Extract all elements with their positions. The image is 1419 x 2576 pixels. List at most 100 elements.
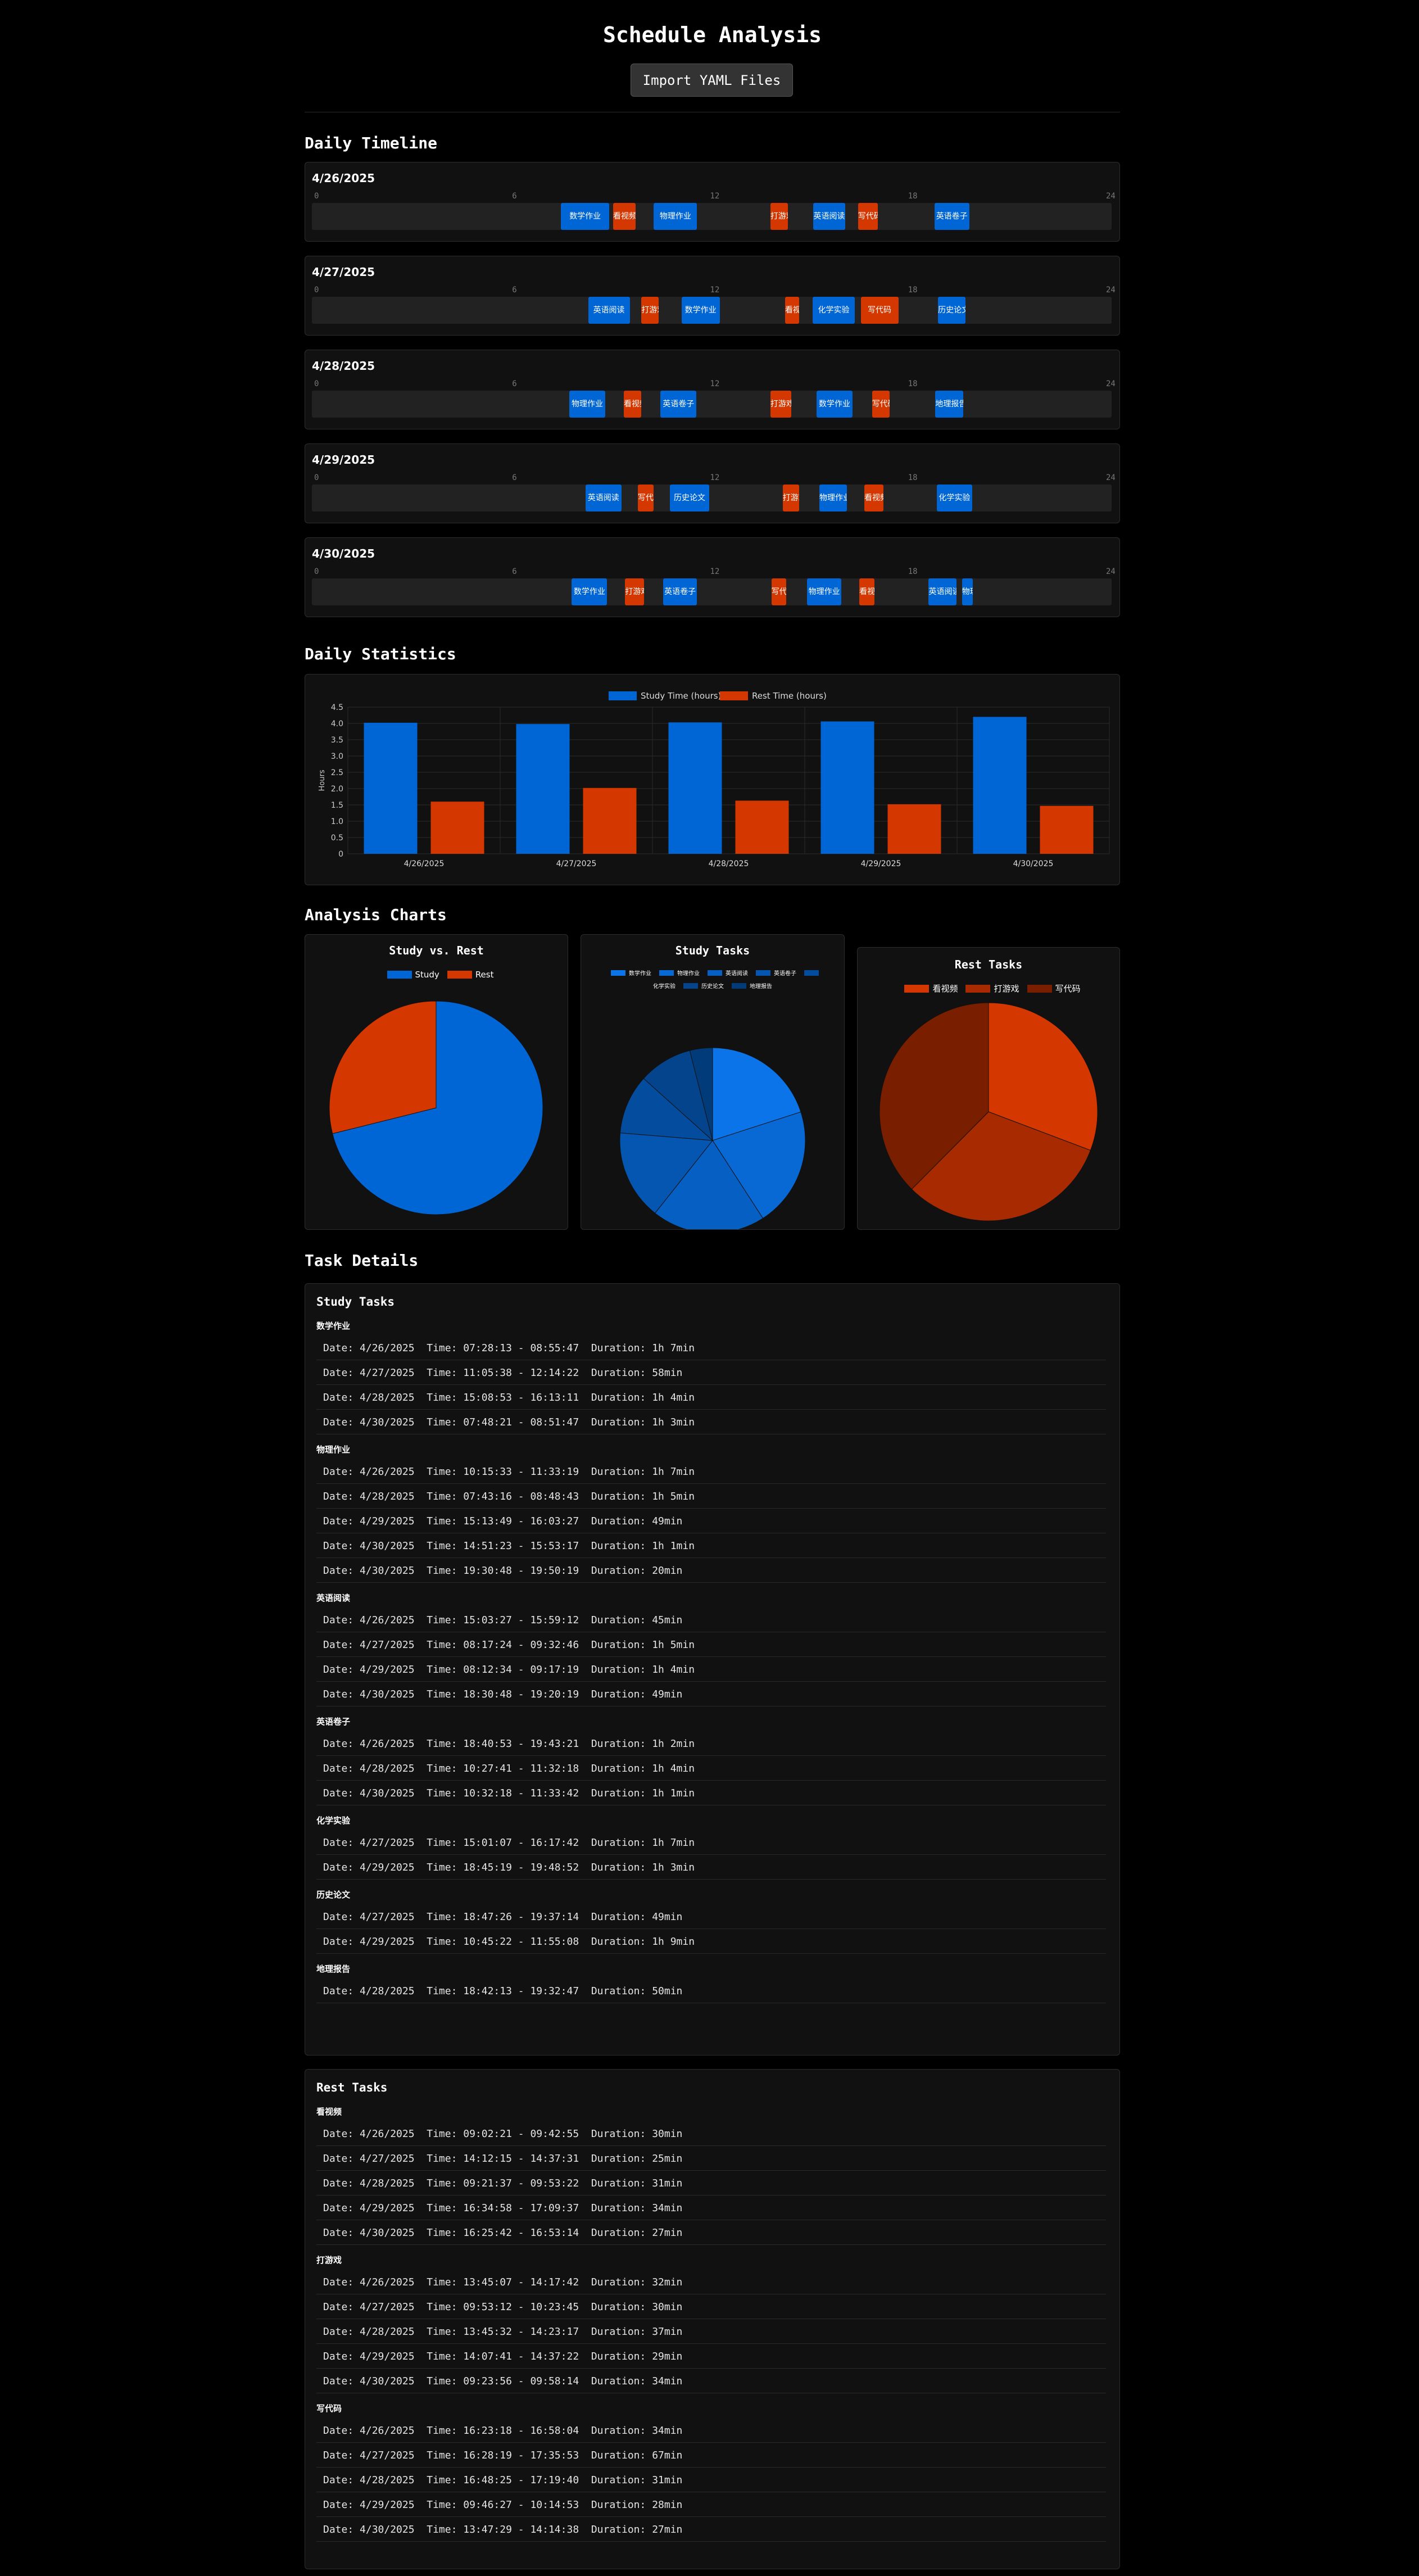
timeline-block-rest[interactable]: 写代码 [771,578,787,605]
timeline-block-study[interactable]: 物理作业 [569,391,606,418]
timeline-block-study[interactable]: 数学作业 [681,297,720,324]
task-row: Date: 4/28/2025 Time: 09:21:37 - 09:53:2… [316,2172,1106,2195]
timeline-block-rest[interactable]: 看视频 [623,391,642,418]
timeline-block-rest[interactable]: 看视频 [613,203,636,230]
timeline-block-study[interactable]: 化学实验 [937,485,972,511]
timeline-block-study[interactable]: 物理作业 [807,578,842,605]
task-row: Date: 4/30/2025 Time: 09:23:56 - 09:58:1… [316,2370,1106,2393]
timeline-tick: 24 [1106,379,1116,388]
task-row: Date: 4/29/2025 Time: 09:46:27 - 10:14:5… [316,2493,1106,2517]
timeline-tick: 24 [1106,192,1116,201]
timeline-block-rest[interactable]: 打游戏 [770,391,792,418]
task-group-heading: 打游戏 [316,2255,342,2265]
timeline-block-rest[interactable]: 打游戏 [770,203,788,230]
timeline-tick: 12 [710,192,720,201]
timeline-tick: 6 [512,192,517,201]
timeline-tick: 18 [908,379,918,388]
timeline-block-rest[interactable]: 打游戏 [641,297,659,324]
timeline-block-study[interactable]: 数学作业 [817,391,853,418]
bar-study[interactable] [820,721,874,854]
bar-ytick-label: 3.5 [331,736,343,745]
timeline-block-rest[interactable]: 打游戏 [625,578,645,605]
bar-study[interactable] [668,722,722,854]
bar-rest[interactable] [583,787,637,854]
task-row: Date: 4/30/2025 Time: 13:47:29 - 14:14:3… [316,2518,1106,2542]
bar-xtick-label: 4/28/2025 [709,859,749,868]
timeline-block-rest[interactable]: 写代码 [858,203,878,230]
task-row: Date: 4/28/2025 Time: 13:45:32 - 14:23:1… [316,2320,1106,2344]
rest-tasks-details-card: Rest Tasks 看视频 Date: 4/26/2025 Time: 09:0… [305,2069,1120,2569]
timeline-block-study[interactable]: 物理作业 [654,203,697,230]
timeline-block-study[interactable]: 历史论文 [938,297,966,324]
timeline-block-study[interactable]: 英语阅读 [928,578,956,605]
study-vs-rest-pie [329,1000,543,1215]
timeline-block-rest[interactable]: 写代码 [860,297,899,324]
timeline-day-card: 4/29/2025 0 6 12 18 24 英语阅读写代码历史论文 打游戏 物理作业看视频 化学… [305,443,1120,523]
bar-legend-swatch [609,691,637,700]
import-yaml-button[interactable]: Import YAML Files [631,64,793,97]
bar-legend-label: Study Time (hours) [641,691,721,701]
timeline-block-rest[interactable]: 写代码 [637,485,654,511]
timeline-block-rest[interactable]: 看视频 [859,578,875,605]
timeline-date: 4/26/2025 [312,171,375,185]
timeline-block-study[interactable]: 英语阅读 [588,297,630,324]
bar-rest[interactable] [735,800,789,854]
timeline-date: 4/30/2025 [312,547,375,560]
daily-statistics-heading: Daily Statistics [305,645,456,663]
timeline-block-study[interactable]: 历史论文 [670,485,709,511]
timeline-day-card: 4/28/2025 0 6 12 18 24 物理作业看视频英语卷子 打游戏 数学作业 写代码 地理… [305,350,1120,429]
timeline-block-study[interactable]: 英语卷子 [663,578,697,605]
timeline-tick: 6 [512,567,517,576]
study-tasks-details-card: Study Tasks 数学作业 Date: 4/26/2025 Time: 07… [305,1283,1120,2056]
timeline-block-rest[interactable]: 看视频 [785,297,800,324]
bar-rest[interactable] [887,804,941,854]
timeline-block-rest[interactable]: 打游戏 [782,485,799,511]
task-row: Date: 4/29/2025 Time: 10:45:22 - 11:55:0… [316,1930,1106,1954]
timeline-block-study[interactable]: 物理作业 [819,485,847,511]
task-row: Date: 4/27/2025 Time: 15:01:07 - 16:17:4… [316,1831,1106,1855]
timeline-block-study[interactable]: 英语阅读 [585,485,622,511]
rest-tasks-pie [879,1002,1098,1221]
task-group-heading: 历史论文 [316,1890,351,1900]
bar-ytick-label: 2.5 [331,768,343,777]
timeline-block-study[interactable]: 英语卷子 [934,203,969,230]
timeline-block-rest[interactable]: 看视频 [864,485,883,511]
timeline-block-study[interactable]: 数学作业 [572,578,608,605]
task-row: Date: 4/30/2025 Time: 07:48:21 - 08:51:4… [316,1411,1106,1434]
timeline-block-study[interactable]: 地理报告 [935,391,964,418]
timeline-block-study[interactable]: 数学作业 [560,203,610,230]
timeline-tick: 0 [314,379,319,388]
task-row: Date: 4/29/2025 Time: 08:12:34 - 09:17:1… [316,1658,1106,1682]
task-row: Date: 4/27/2025 Time: 09:53:12 - 10:23:4… [316,2296,1106,2319]
bar-study[interactable] [973,717,1027,854]
task-group-heading: 英语阅读 [316,1593,351,1603]
task-row: Date: 4/26/2025 Time: 18:40:53 - 19:43:2… [316,1732,1106,1756]
daily-timeline-heading: Daily Timeline [305,134,438,152]
timeline-tick: 18 [908,567,918,576]
task-row: Date: 4/27/2025 Time: 11:05:38 - 12:14:2… [316,1361,1106,1385]
task-group-heading: 化学实验 [316,1816,351,1826]
bar-xtick-label: 4/27/2025 [556,859,597,868]
timeline-block-study[interactable]: 英语卷子 [660,391,697,418]
timeline-track: 英语阅读写代码历史论文 打游戏 物理作业看视频 化学实验 [312,485,1112,511]
timeline-day-card: 4/30/2025 0 6 12 18 24 数学作业打游戏英语卷子 写代码 物理作业 看视频 英语… [305,537,1120,617]
bar-study[interactable] [364,722,418,854]
bar-rest[interactable] [1040,805,1094,854]
study-tasks-card: Study Tasks 数学作业 物理作业 英语阅读 英语卷子 化学实验 历史论文 地理报告 [581,934,845,1230]
bar-rest[interactable] [430,802,484,854]
timeline-block-study[interactable]: 英语阅读 [813,203,845,230]
bar-ytick-label: 0 [338,850,343,859]
bar-ytick-label: 0.5 [331,834,343,843]
timeline-block-study[interactable]: 物理作业 [962,578,973,605]
bar-study[interactable] [516,724,570,854]
study-tasks-section-title: Study Tasks [316,1295,395,1309]
timeline-block-study[interactable]: 化学实验 [812,297,855,324]
task-row: Date: 4/28/2025 Time: 07:43:16 - 08:48:4… [316,1485,1106,1509]
rest-tasks-card: Rest Tasks 看视频 打游戏 写代码 [857,947,1120,1230]
bar-ytick-label: 3.0 [331,752,343,761]
timeline-tick: 12 [710,286,720,295]
timeline-block-rest[interactable]: 写代码 [872,391,890,418]
timeline-track: 英语阅读打游戏 数学作业 看视频化学实验写代码 历史论文 [312,297,1112,324]
timeline-tick: 0 [314,192,319,201]
task-details-heading: Task Details [305,1251,419,1270]
